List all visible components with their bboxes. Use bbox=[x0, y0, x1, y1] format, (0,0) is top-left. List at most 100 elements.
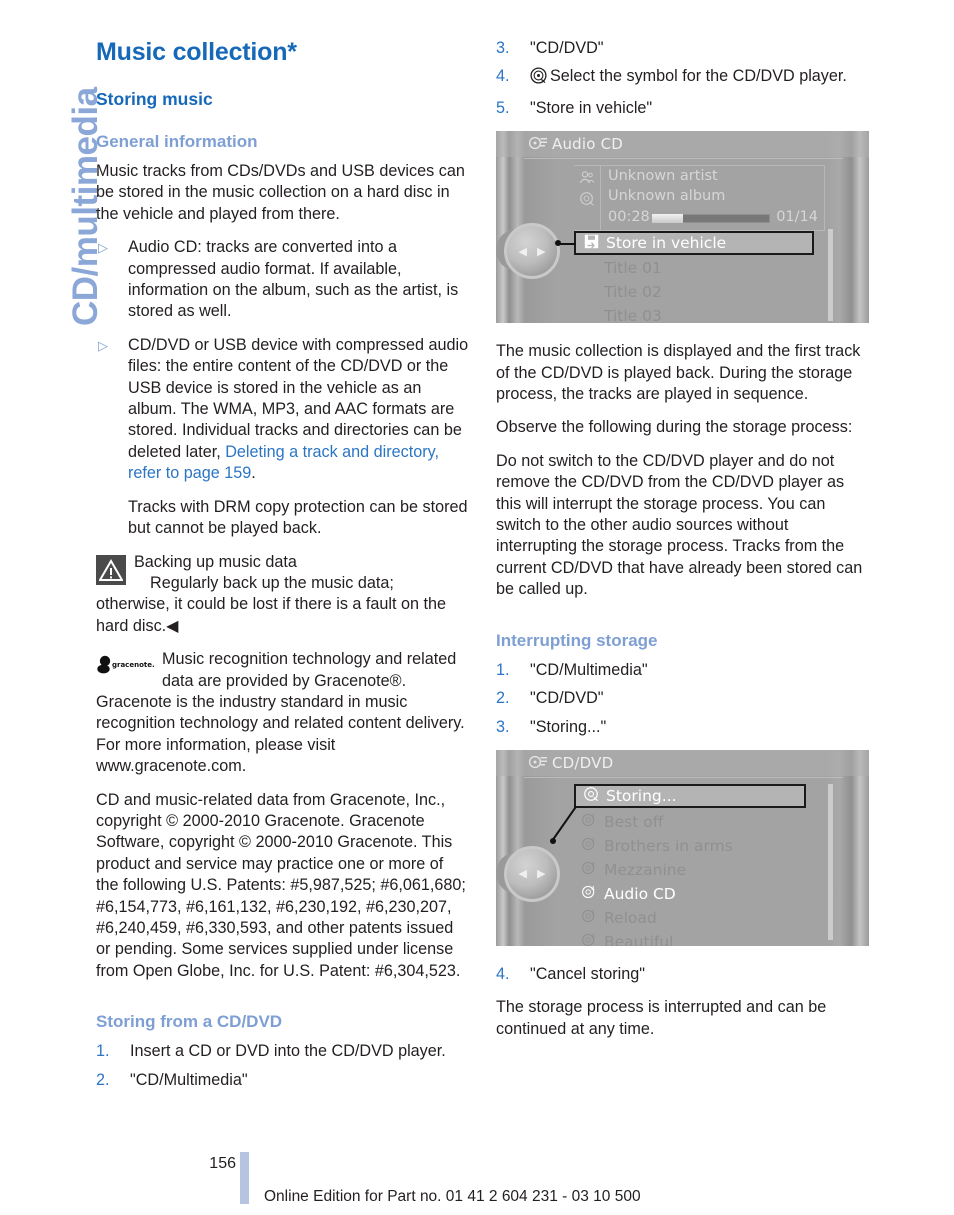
elapsed-time: 00:28 bbox=[608, 209, 650, 226]
album-list-item[interactable]: 6 Beautiful bbox=[574, 932, 673, 946]
bullet-triangle-icon: ▷ bbox=[98, 337, 108, 353]
idrive-controller-knob[interactable]: ◀ ▶ bbox=[504, 845, 560, 902]
selected-menu-item-store-in-vehicle[interactable]: Store in vehicle bbox=[574, 231, 814, 256]
album-list-item[interactable]: 3 Mezzanine bbox=[574, 860, 686, 880]
subheading-interrupting-storage: Interrupting storage bbox=[496, 630, 658, 650]
selected-menu-item-label: Storing... bbox=[606, 786, 677, 805]
album-list-item[interactable]: 5 Reload bbox=[574, 908, 657, 928]
screen-scrollbar[interactable] bbox=[828, 783, 833, 940]
list-item: 1. Insert a CD or DVD into the CD/DVD pl… bbox=[96, 1041, 469, 1062]
track-list-item[interactable]: Title 02 bbox=[604, 283, 662, 301]
screen-divider bbox=[524, 158, 843, 160]
cd-disc-icon bbox=[530, 67, 547, 90]
bullet-cd-dvd-usb: ▷ CD/DVD or USB device with compressed a… bbox=[96, 335, 469, 485]
artist-name: Unknown artist bbox=[608, 168, 718, 185]
subheading-general-information: General information bbox=[96, 132, 258, 151]
track-counter: 01/14 bbox=[776, 209, 818, 226]
interrupting-storage-step-4: 4. "Cancel storing" bbox=[496, 964, 869, 985]
screen-title: CD/DVD bbox=[552, 753, 614, 772]
progress-fill bbox=[652, 214, 683, 224]
step-text: "Cancel storing" bbox=[530, 964, 645, 983]
interrupting-closing-paragraph: The storage process is interrupted and c… bbox=[496, 998, 827, 1038]
screen-scrollbar[interactable] bbox=[828, 229, 833, 322]
bullet-cd-dvd-usb-text: CD/DVD or USB device with compressed aud… bbox=[128, 335, 469, 485]
step-text: "Storing..." bbox=[530, 717, 607, 736]
album-list-item-label: Best off bbox=[604, 812, 664, 831]
disc-icon: 4 bbox=[574, 884, 604, 904]
list-item: 3. "Storing..." bbox=[496, 717, 869, 738]
drm-note: Tracks with DRM copy protection can be s… bbox=[128, 497, 468, 538]
list-item: 2. "CD/Multimedia" bbox=[96, 1070, 469, 1091]
bullet-audio-cd-text: Audio CD: tracks are converted into a co… bbox=[128, 238, 459, 321]
track-title: Title 01 bbox=[604, 259, 662, 278]
disc-icon: 2 bbox=[574, 836, 604, 856]
idrive-screen-cd-dvd: CD/DVD Storing... 1 Best off 2 Brothers … bbox=[496, 749, 869, 946]
warning-note: Backing up music data Regularly back up … bbox=[96, 552, 469, 638]
footer-accent-bar bbox=[240, 1152, 249, 1204]
left-column: Music collection* Storing music General … bbox=[96, 38, 469, 1103]
right-column: 3. "CD/DVD" 4. Select the symbol for the… bbox=[496, 38, 869, 1052]
track-title: Title 03 bbox=[604, 307, 662, 324]
selected-menu-item-label: Store in vehicle bbox=[606, 234, 727, 253]
list-item: 4. "Cancel storing" bbox=[496, 964, 869, 985]
step-text: "CD/Multimedia" bbox=[530, 660, 648, 679]
callout-leader-dot bbox=[555, 240, 561, 247]
bullet-audio-cd: ▷ Audio CD: tracks are converted into a … bbox=[96, 237, 469, 323]
track-title: Title 02 bbox=[604, 283, 662, 302]
album-disc-icon bbox=[578, 191, 596, 210]
storing-from-cd-dvd-steps: 1. Insert a CD or DVD into the CD/DVD pl… bbox=[96, 1041, 469, 1091]
step-number: 3. bbox=[496, 717, 510, 736]
step-number: 4. bbox=[496, 964, 510, 983]
selected-menu-item-storing[interactable]: Storing... bbox=[574, 783, 806, 808]
arrow-left-icon: ◀ bbox=[518, 244, 527, 258]
step-text: "CD/DVD" bbox=[530, 689, 604, 708]
callout-leader-dot bbox=[550, 837, 556, 844]
album-list-item-label: Audio CD bbox=[604, 884, 676, 903]
bullet-cd-dvd-usb-post: . bbox=[251, 464, 256, 483]
album-list-item[interactable]: 2 Brothers in arms bbox=[574, 836, 733, 856]
step-text: Select the symbol for the CD/DVD player. bbox=[530, 66, 869, 90]
step-text: "CD/DVD" bbox=[530, 39, 604, 57]
step-4-text: Select the symbol for the CD/DVD player. bbox=[550, 67, 847, 86]
after-screen1-paragraph-1: The music collection is displayed and th… bbox=[496, 342, 861, 404]
gracenote-paragraph-2: CD and music-related data from Gracenote… bbox=[96, 790, 466, 980]
step-number: 2. bbox=[496, 689, 510, 708]
list-item: 5. "Store in vehicle" bbox=[496, 98, 869, 119]
storing-steps-continued: 3. "CD/DVD" 4. Select the symbol for the… bbox=[496, 38, 869, 119]
arrow-right-icon: ▶ bbox=[537, 867, 546, 881]
step-text: Insert a CD or DVD into the CD/DVD playe… bbox=[130, 1042, 446, 1061]
step-text: "Store in vehicle" bbox=[530, 98, 653, 117]
list-item: 3. "CD/DVD" bbox=[496, 38, 869, 59]
svg-text:1: 1 bbox=[591, 815, 595, 821]
after-screen1-paragraph-2: Observe the following during the storage… bbox=[496, 418, 853, 437]
album-list-item-label: Mezzanine bbox=[604, 860, 687, 879]
section-heading-storing-music: Storing music bbox=[96, 89, 213, 109]
music-source-icon bbox=[528, 135, 548, 155]
step-text: "CD/Multimedia" bbox=[130, 1070, 248, 1089]
step-number: 1. bbox=[96, 1042, 110, 1061]
step-number: 2. bbox=[96, 1070, 110, 1089]
chapter-tab: CD/multimedia bbox=[14, 26, 105, 346]
disc-icon bbox=[576, 786, 606, 806]
album-list-item[interactable]: 1 Best off bbox=[574, 812, 663, 832]
idrive-controller-knob[interactable]: ◀ ▶ bbox=[504, 223, 560, 280]
after-screen1-paragraph-3: Do not switch to the CD/DVD player and d… bbox=[496, 451, 863, 599]
arrow-right-icon: ▶ bbox=[537, 244, 546, 258]
general-intro-paragraph: Music tracks from CDs/DVDs and USB devic… bbox=[96, 162, 465, 223]
svg-text:6: 6 bbox=[591, 935, 595, 941]
album-list-item-label: Reload bbox=[604, 908, 657, 927]
screen-decor-right bbox=[827, 749, 869, 946]
album-list-item[interactable]: 4 Audio CD bbox=[574, 884, 676, 904]
playback-progress-bar bbox=[652, 214, 770, 224]
track-list-item[interactable]: Title 03 bbox=[604, 307, 662, 323]
track-list-item[interactable]: Title 01 bbox=[604, 259, 662, 277]
disc-icon: 3 bbox=[574, 860, 604, 880]
svg-text:3: 3 bbox=[591, 863, 595, 869]
screen-title: Audio CD bbox=[552, 135, 624, 154]
step-number: 3. bbox=[496, 39, 510, 57]
info-divider bbox=[600, 166, 601, 231]
warning-note-heading: Backing up music data bbox=[134, 552, 297, 571]
idrive-screen-audio-cd: Audio CD Unknown artist Unknown album 00… bbox=[496, 131, 869, 324]
warning-triangle-icon bbox=[96, 554, 126, 585]
list-item: 1. "CD/Multimedia" bbox=[496, 660, 869, 681]
